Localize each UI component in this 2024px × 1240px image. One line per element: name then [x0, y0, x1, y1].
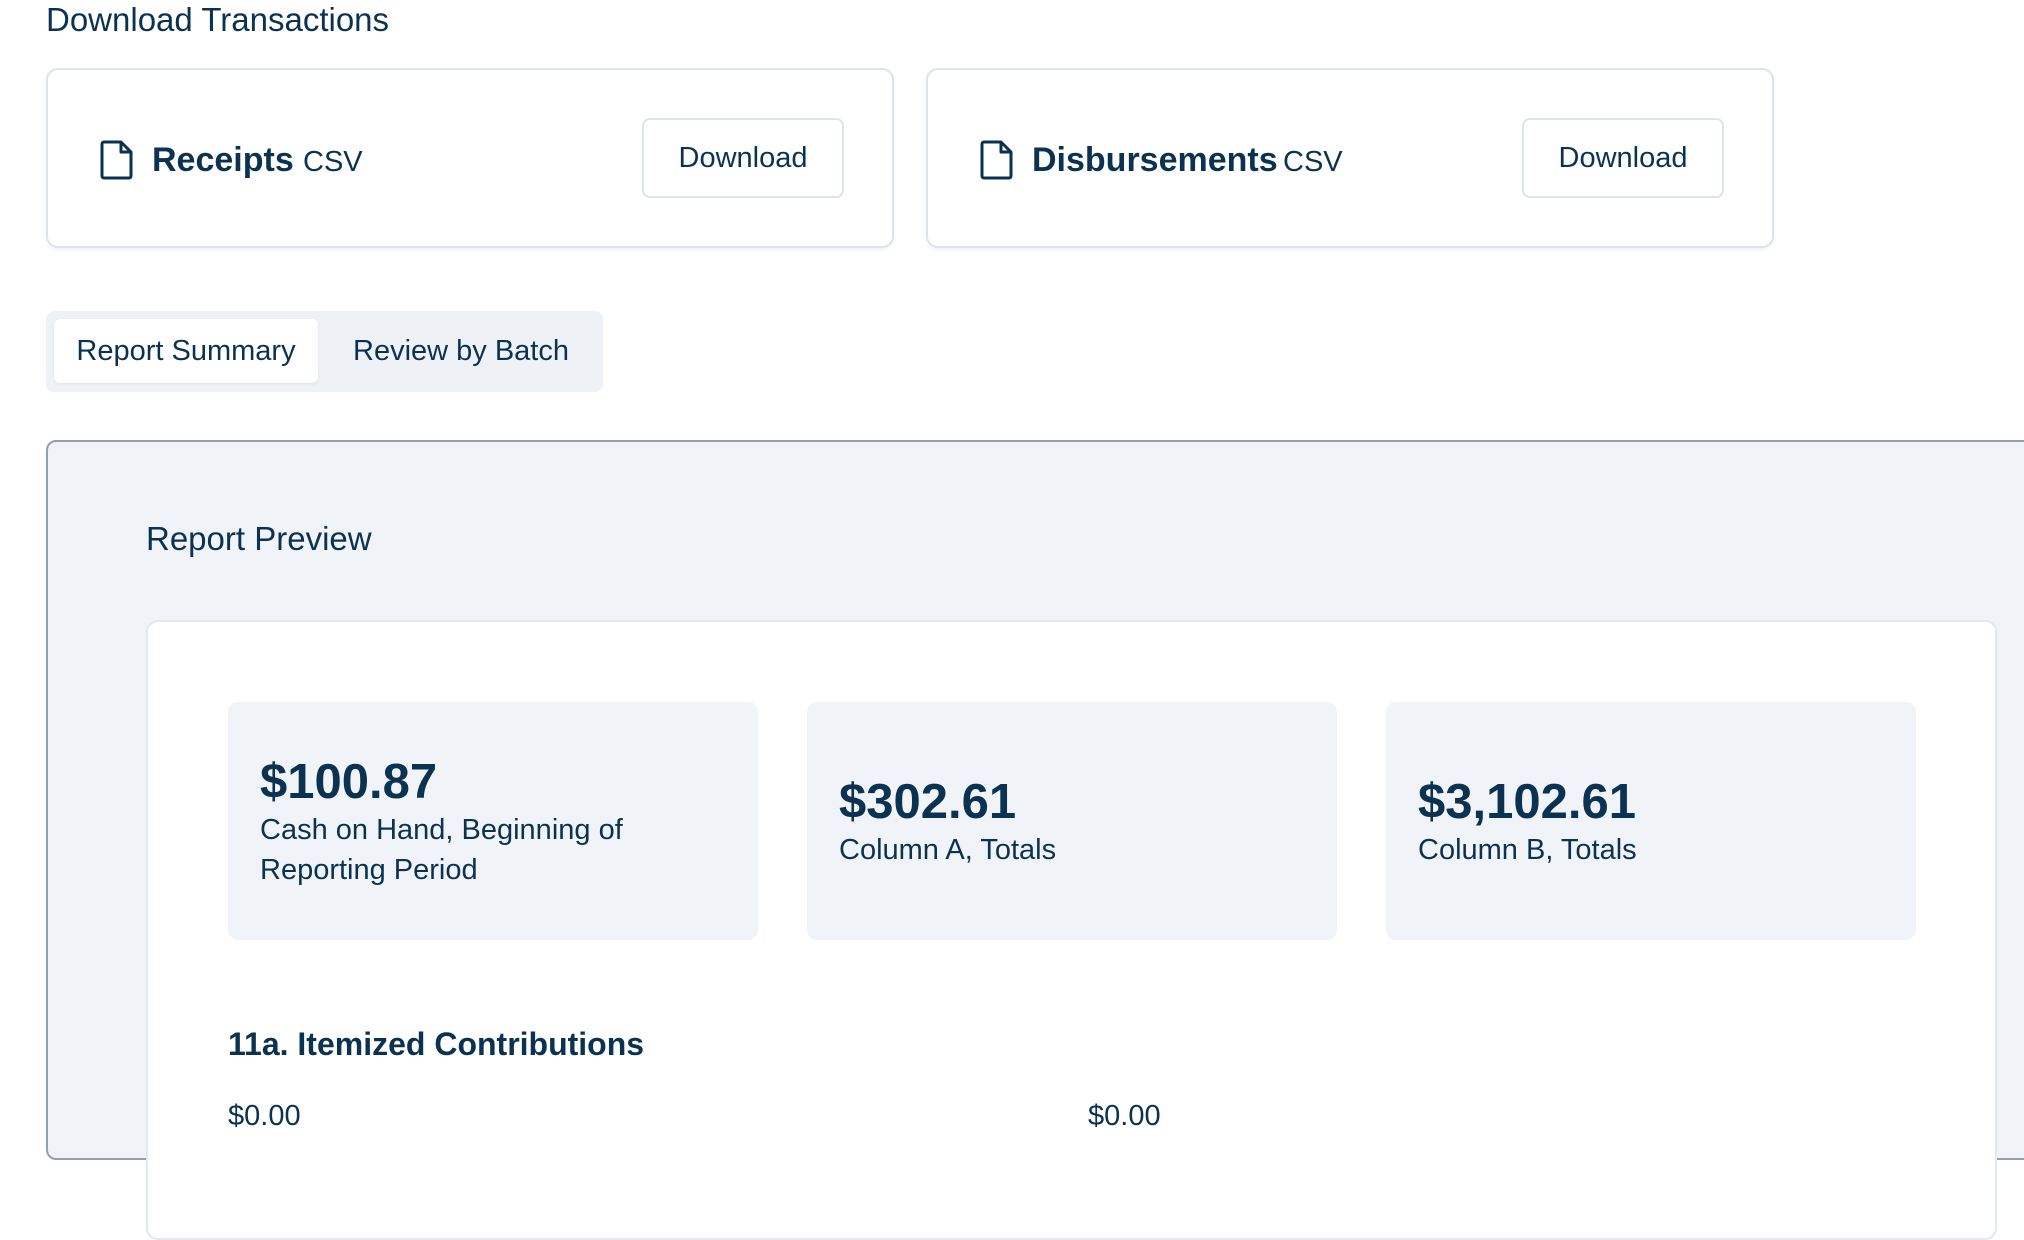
receipts-label: Receipts [152, 141, 294, 179]
report-preview-panel: Report Preview $100.87 Cash on Hand, Beg… [46, 440, 2024, 1240]
receipts-download-card: Receipts CSV Download [46, 68, 894, 248]
disbursements-format-label: CSV [1283, 146, 1343, 178]
report-tabs: Report Summary Review by Batch [46, 311, 603, 392]
file-icon [980, 140, 1013, 180]
itemized-contributions-heading: 11a. Itemized Contributions [228, 1026, 645, 1062]
stat-card-column-a: $302.61 Column A, Totals [807, 702, 1337, 940]
report-preview-content: $100.87 Cash on Hand, Beginning of Repor… [146, 620, 1997, 1240]
stat-value: $3,102.61 [1418, 775, 1636, 829]
disbursements-download-card: Disbursements CSV Download [926, 68, 1774, 248]
tab-review-by-batch[interactable]: Review by Batch [326, 319, 596, 383]
stat-label: Cash on Hand, Beginning of Reporting Per… [260, 814, 623, 886]
stat-card-cash-on-hand: $100.87 Cash on Hand, Beginning of Repor… [228, 702, 758, 940]
itemized-contributions-column-a: $0.00 [228, 1100, 301, 1132]
stat-value: $100.87 [260, 755, 438, 809]
disbursements-label: Disbursements [1032, 141, 1278, 179]
disbursements-download-button[interactable]: Download [1522, 118, 1724, 198]
stat-card-column-b: $3,102.61 Column B, Totals [1386, 702, 1916, 940]
report-preview-title: Report Preview [146, 520, 372, 557]
tab-report-summary[interactable]: Report Summary [54, 319, 318, 383]
file-icon [100, 140, 133, 180]
stat-label: Column B, Totals [1418, 834, 1637, 866]
receipts-download-button[interactable]: Download [642, 118, 844, 198]
receipts-format-label: CSV [303, 146, 363, 178]
download-transactions-title: Download Transactions [46, 1, 390, 38]
itemized-contributions-column-b: $0.00 [1088, 1100, 1161, 1132]
stat-value: $302.61 [839, 775, 1017, 829]
stat-label: Column A, Totals [839, 834, 1057, 866]
